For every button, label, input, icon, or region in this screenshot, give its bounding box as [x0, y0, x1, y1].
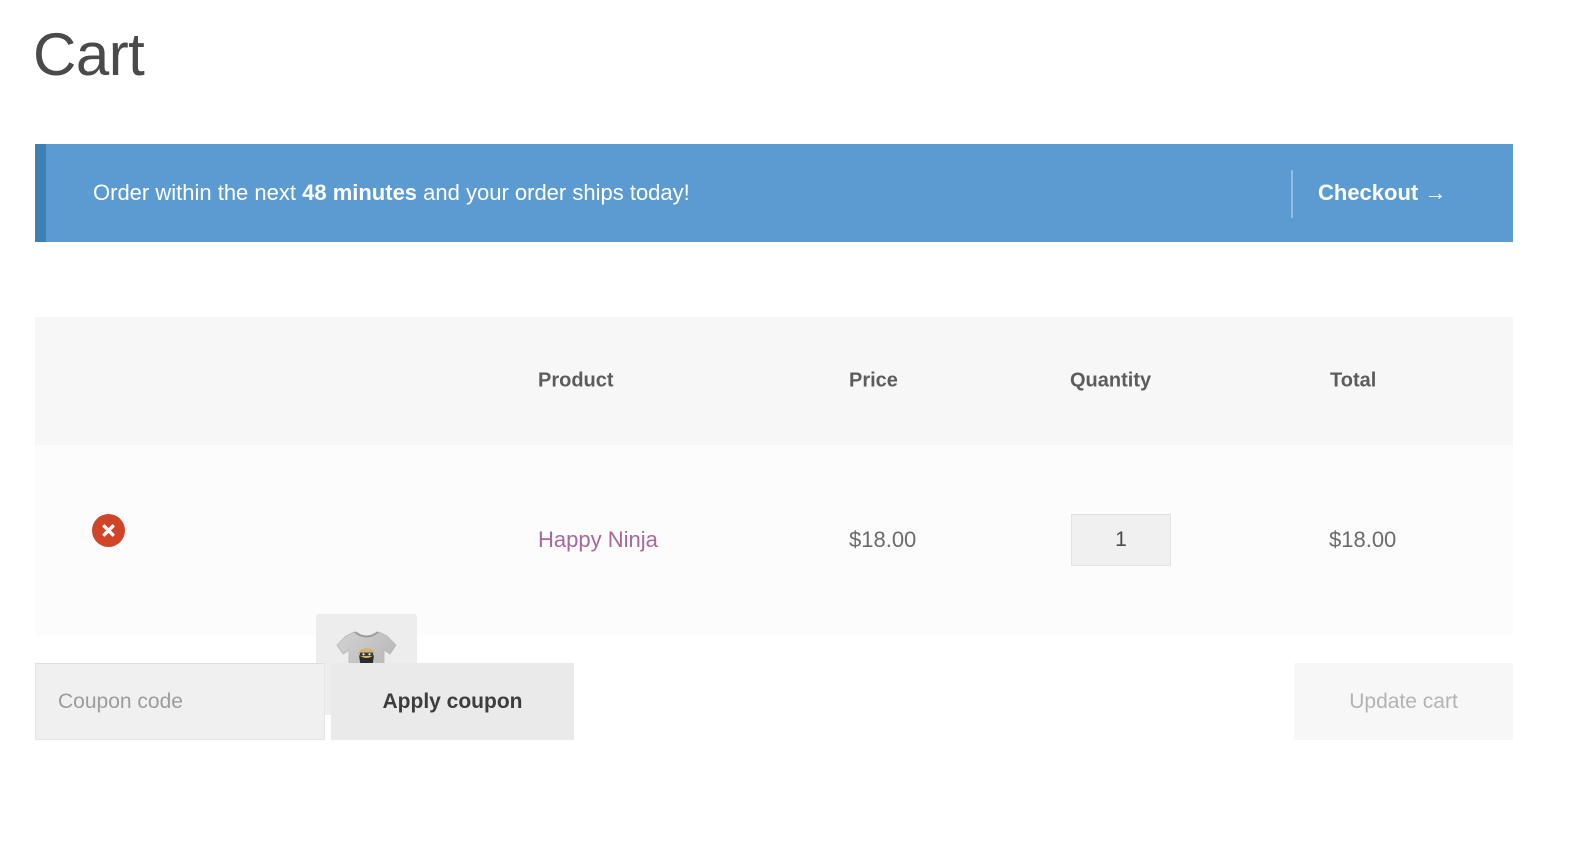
cell-price: $18.00: [849, 527, 917, 552]
column-header-quantity: Quantity: [1070, 369, 1152, 392]
coupon-code-input[interactable]: [35, 663, 325, 740]
quantity-input[interactable]: [1071, 514, 1171, 566]
promo-divider: [1291, 170, 1293, 218]
cart-page: Cart Order within the next 48 minutes an…: [0, 0, 1570, 842]
cart-table: Product Price Quantity Total Happy Ninja…: [35, 317, 1513, 715]
promo-message: Order within the next 48 minutes and you…: [93, 180, 690, 206]
column-header-product: Product: [538, 369, 614, 392]
close-circle-icon: [100, 522, 117, 539]
table-row: Happy Ninja $18.00 $18.00: [35, 445, 1513, 715]
product-name-link[interactable]: Happy Ninja: [538, 527, 658, 553]
cell-total: $18.00: [1329, 527, 1397, 552]
promo-accent-bar: [35, 144, 46, 242]
column-header-price: Price: [849, 369, 898, 392]
column-header-total: Total: [1330, 369, 1377, 392]
cart-actions: Apply coupon Update cart: [35, 663, 1513, 740]
promo-message-suffix: and your order ships today!: [417, 180, 690, 205]
cart-table-header-row: Product Price Quantity Total: [35, 317, 1513, 445]
promo-message-highlight: 48 minutes: [302, 180, 418, 205]
checkout-button[interactable]: Checkout →: [1318, 180, 1446, 206]
page-title: Cart: [33, 21, 145, 88]
apply-coupon-button[interactable]: Apply coupon: [331, 663, 574, 740]
remove-item-button[interactable]: [92, 514, 125, 547]
promo-message-prefix: Order within the next: [93, 180, 303, 205]
update-cart-button[interactable]: Update cart: [1294, 663, 1513, 740]
promo-banner: Order within the next 48 minutes and you…: [35, 144, 1513, 242]
